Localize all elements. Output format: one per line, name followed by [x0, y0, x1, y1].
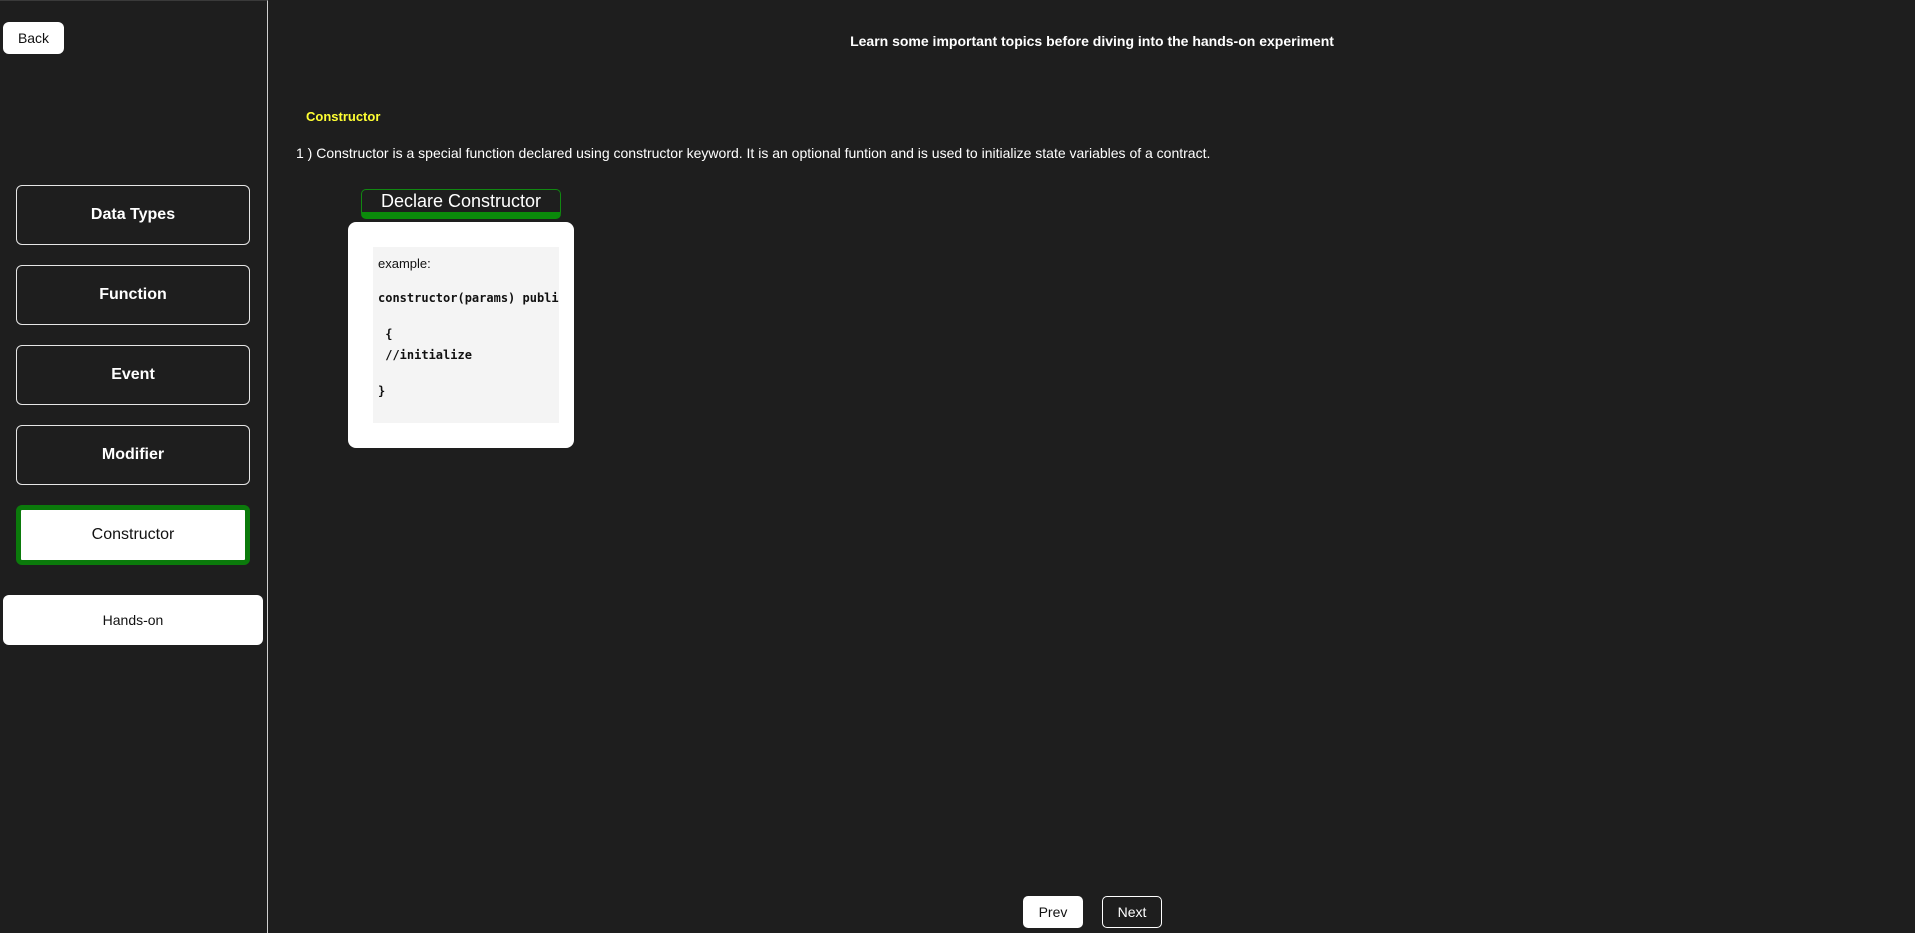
code-line: constructor(params) public: [378, 291, 559, 305]
next-button[interactable]: Next: [1102, 896, 1162, 928]
back-button[interactable]: Back: [3, 22, 64, 54]
code-example-label: example:: [378, 256, 431, 271]
prev-button[interactable]: Prev: [1023, 896, 1083, 928]
code-line: }: [378, 384, 386, 398]
declare-constructor-button[interactable]: Declare Constructor: [361, 189, 561, 219]
main-content: Learn some important topics before divin…: [269, 0, 1915, 933]
code-line: //initialize: [378, 348, 472, 362]
topic-button-data-types[interactable]: Data Types: [16, 185, 250, 245]
topic-button-constructor[interactable]: Constructor: [16, 505, 250, 565]
topic-button-event[interactable]: Event: [16, 345, 250, 405]
section-title: Constructor: [306, 109, 381, 124]
code-line: {: [378, 327, 393, 341]
code-example-card: example: constructor(params) public { //…: [348, 222, 574, 448]
topic-button-function[interactable]: Function: [16, 265, 250, 325]
app-window: Back Data Types Function Event Modifier …: [0, 0, 1915, 933]
code-block: example: constructor(params) public { //…: [373, 247, 559, 423]
hands-on-button[interactable]: Hands-on: [3, 595, 263, 645]
section-description: 1 ) Constructor is a special function de…: [296, 145, 1211, 161]
sidebar: Back Data Types Function Event Modifier …: [0, 0, 268, 933]
topic-button-modifier[interactable]: Modifier: [16, 425, 250, 485]
page-heading: Learn some important topics before divin…: [850, 33, 1334, 49]
